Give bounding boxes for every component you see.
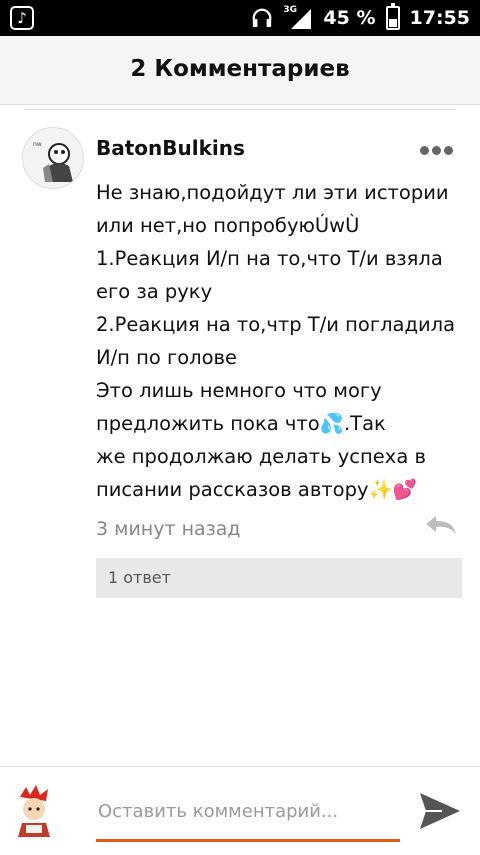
comments-header: 2 Комментариев — [0, 36, 480, 105]
input-underline — [96, 839, 400, 842]
battery-percent: 45 % — [323, 7, 376, 29]
page-title: 2 Комментариев — [130, 56, 350, 82]
music-app-icon: ♪ — [10, 6, 34, 30]
more-options-icon[interactable] — [420, 140, 460, 160]
comment-input[interactable] — [96, 795, 404, 827]
view-replies-button[interactable]: 1 ответ — [96, 558, 462, 598]
comment-username[interactable]: BatonBulkins — [96, 136, 245, 160]
status-bar-right: 3G 45 % 17:55 — [251, 0, 470, 36]
comment-body: Не знаю,подойдут ли эти истории или нет,… — [96, 181, 456, 501]
send-icon[interactable] — [418, 791, 462, 831]
user-avatar[interactable]: nw — [22, 127, 84, 189]
comment-timestamp: 3 минут назад — [96, 518, 241, 540]
comment-composer — [0, 766, 480, 855]
battery-icon — [385, 3, 400, 30]
reply-icon[interactable] — [424, 514, 458, 536]
signal-icon: 3G — [283, 5, 313, 30]
current-user-avatar — [18, 785, 50, 837]
headphones-icon — [253, 8, 272, 28]
clock: 17:55 — [409, 7, 470, 29]
svg-text:nw: nw — [33, 141, 42, 148]
replies-count: 1 ответ — [108, 568, 171, 587]
status-bar: ♪ 3G 45 % 17:55 — [0, 0, 480, 36]
header-divider — [24, 109, 456, 110]
